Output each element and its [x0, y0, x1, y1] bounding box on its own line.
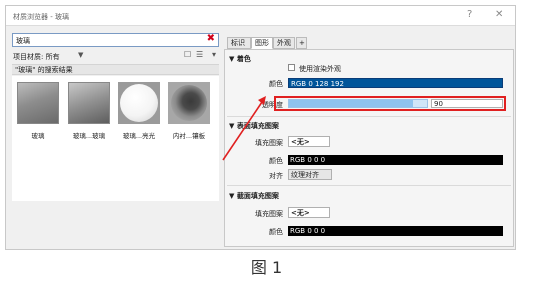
surface-color-swatch[interactable]: RGB 0 0 0: [288, 155, 503, 165]
tile-label: 内衬...镶板: [172, 132, 206, 140]
thumbnail-view-icon[interactable]: ☐: [184, 50, 191, 59]
surface-color-label: 颜色: [269, 157, 283, 165]
search-input[interactable]: 玻璃: [16, 36, 30, 46]
surface-pattern-section-title[interactable]: ▼ 表面填充图案: [229, 121, 279, 131]
glass-thumbnail: [68, 82, 110, 124]
right-pane: 标识 图形 外观 + ▼ 着色 使用渲染外观 颜色 RGB 0 128 192 …: [224, 33, 514, 248]
divider: [227, 116, 511, 117]
divider: [227, 185, 511, 186]
filter-dropdown[interactable]: 项目材质: 所有: [13, 52, 60, 62]
list-view-icon[interactable]: ☰: [196, 50, 203, 59]
tile-label: 玻璃...玻璃: [72, 132, 106, 140]
surface-fill-label: 填充图案: [255, 139, 283, 147]
results-grid: 玻璃 玻璃...玻璃 玻璃...亮光 内衬...镶板: [12, 76, 219, 201]
cut-fill-label: 填充图案: [255, 210, 283, 218]
tile-label: 玻璃: [31, 132, 45, 140]
filter-bar: 项目材质: 所有 ▼ ☐ ☰ ▾: [12, 50, 219, 62]
add-tab-button[interactable]: +: [296, 37, 307, 49]
close-button[interactable]: ✕: [495, 10, 503, 20]
left-pane: 玻璃 ✖ 项目材质: 所有 ▼ ☐ ☰ ▾ "玻璃" 的搜索结果 玻璃 玻璃..…: [12, 33, 219, 243]
shading-color-label: 颜色: [269, 80, 283, 88]
material-tile[interactable]: 玻璃...亮光: [118, 82, 160, 140]
tab-appearance[interactable]: 外观: [273, 37, 295, 49]
tab-graphics[interactable]: 图形: [251, 37, 273, 49]
window-title: 材质浏览器 - 玻璃: [13, 13, 69, 21]
glass-thumbnail: [17, 82, 59, 124]
surface-fill-selector[interactable]: <无>: [288, 136, 330, 147]
shading-color-swatch[interactable]: RGB 0 128 192: [288, 78, 503, 88]
cut-color-swatch[interactable]: RGB 0 0 0: [288, 226, 503, 236]
cut-color-label: 颜色: [269, 228, 283, 236]
figure-caption: 图 1: [250, 258, 283, 277]
pipe-thumbnail: [168, 82, 210, 124]
texture-align-button[interactable]: 纹理对齐: [288, 169, 332, 180]
view-options-icon[interactable]: ▾: [212, 50, 216, 59]
surface-align-label: 对齐: [269, 172, 283, 180]
material-tile[interactable]: 玻璃...玻璃: [68, 82, 110, 140]
graphics-panel: ▼ 着色 使用渲染外观 颜色 RGB 0 128 192 透明度 90 ▼ 表面…: [224, 49, 514, 247]
tile-label: 玻璃...亮光: [122, 132, 156, 140]
use-render-checkbox[interactable]: [288, 64, 295, 71]
chevron-down-icon[interactable]: ▼: [78, 51, 83, 59]
search-field[interactable]: 玻璃 ✖: [12, 33, 219, 47]
material-tile[interactable]: 内衬...镶板: [168, 82, 210, 140]
results-header: "玻璃" 的搜索结果: [12, 64, 219, 75]
use-render-label: 使用渲染外观: [299, 65, 341, 73]
help-button[interactable]: ?: [467, 10, 472, 20]
sphere-thumbnail: [118, 82, 160, 124]
material-browser-dialog: 材质浏览器 - 玻璃 ? ✕ 玻璃 ✖ 项目材质: 所有 ▼ ☐ ☰ ▾ "玻璃…: [5, 5, 516, 250]
highlight-box: [274, 96, 506, 111]
title-bar: 材质浏览器 - 玻璃 ? ✕: [6, 6, 515, 26]
cut-pattern-section-title[interactable]: ▼ 截面填充图案: [229, 191, 279, 201]
tab-identity[interactable]: 标识: [227, 37, 251, 49]
clear-search-icon[interactable]: ✖: [207, 33, 215, 44]
cut-fill-selector[interactable]: <无>: [288, 207, 330, 218]
material-tile[interactable]: 玻璃: [17, 82, 59, 140]
shading-section-title[interactable]: ▼ 着色: [229, 54, 251, 64]
